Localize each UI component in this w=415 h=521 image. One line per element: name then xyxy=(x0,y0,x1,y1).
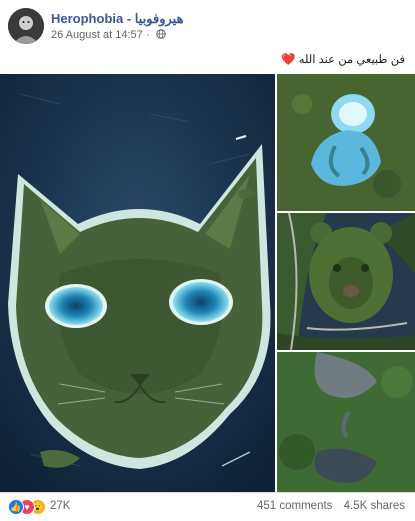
photo-bear-forest[interactable] xyxy=(277,213,415,350)
reaction-count[interactable]: 27K xyxy=(50,500,70,512)
photo-forest-lake[interactable] xyxy=(277,352,415,492)
avatar-face-icon xyxy=(8,8,44,44)
shares-count[interactable]: 4.5K shares xyxy=(344,500,405,512)
comments-count[interactable]: 451 comments xyxy=(257,500,332,512)
fetus-lake-image xyxy=(277,74,415,211)
forest-lake-image xyxy=(277,352,415,492)
photo-grid xyxy=(0,74,415,492)
photo-cat-island[interactable] xyxy=(0,74,275,492)
cat-island-image xyxy=(0,74,275,492)
post-meta: 26 August at 14:57 · xyxy=(51,29,166,41)
like-icon: 👍 xyxy=(8,499,24,515)
post-header: Herophobia - هيروفوبيا 26 August at 14:5… xyxy=(0,0,415,48)
post-caption: فن طبيعي من عند الله ❤️ xyxy=(281,52,405,66)
post-footer: 👍 ♥ 😮 27K 451 comments 4.5K shares xyxy=(0,492,415,521)
avatar[interactable] xyxy=(8,8,44,44)
globe-icon[interactable] xyxy=(155,29,166,39)
post-stats: 451 comments 4.5K shares xyxy=(257,500,405,512)
heart-emoji: ❤️ xyxy=(281,54,296,66)
bear-forest-image xyxy=(277,213,415,350)
author-name[interactable]: Herophobia - هيروفوبيا xyxy=(51,11,183,27)
post-timestamp[interactable]: 26 August at 14:57 xyxy=(51,29,143,41)
photo-fetus-lake[interactable] xyxy=(277,74,415,211)
caption-text: فن طبيعي من عند الله xyxy=(298,54,405,66)
